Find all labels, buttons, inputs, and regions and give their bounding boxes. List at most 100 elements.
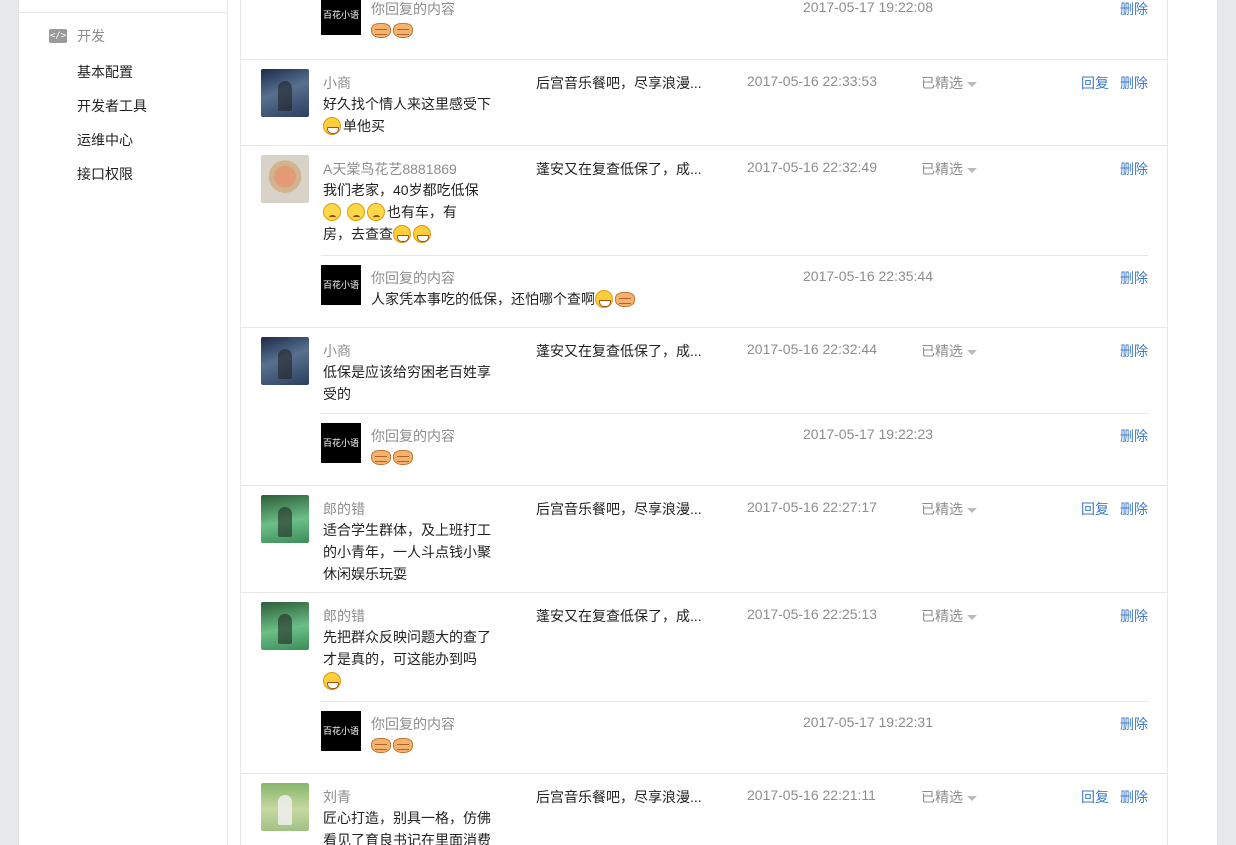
divider [321, 255, 1148, 256]
article-title: 蓬安又在复查低保了，成... [536, 161, 702, 177]
delete-reply-button[interactable]: 删除 [1120, 268, 1148, 288]
article-title: 后宫音乐餐吧，尽享浪漫... [536, 75, 702, 91]
handshake-emoji-icon [615, 292, 635, 307]
comment-list: 百花小语 你回复的内容 2017-05-17 19:22:08 删除 小商 好久… [240, 0, 1168, 845]
delete-button[interactable]: 删除 [1120, 341, 1148, 361]
comment-time: 2017-05-16 22:25:13 [747, 606, 877, 622]
featured-toggle[interactable]: 已精选 [921, 499, 977, 519]
reply-time: 2017-05-17 19:22:08 [803, 0, 933, 15]
caret-down-icon [967, 795, 977, 801]
pensive-emoji-icon [323, 203, 341, 221]
comment-row: 郎的错 先把群众反映问题大的查了 才是真的，可这能办到吗 蓬安又在复查低保了，成.… [241, 592, 1167, 774]
article-title: 蓬安又在复查低保了，成... [536, 608, 702, 624]
avatar [261, 602, 309, 650]
comment-row: A天棠鸟花艺8881869 我们老家，40岁都吃低保 也有车，有 房，去查查 蓬安… [241, 145, 1167, 328]
delete-button[interactable]: 删除 [1120, 73, 1148, 93]
caret-down-icon [967, 507, 977, 513]
caret-down-icon [967, 81, 977, 87]
featured-toggle[interactable]: 已精选 [921, 341, 977, 361]
divider [321, 701, 1148, 702]
comment-text: 匠心打造，别具一格，仿佛 看见了育良书记在里面消费 [323, 810, 491, 845]
reply-author: 你回复的内容 [371, 428, 455, 444]
delete-reply-button[interactable]: 删除 [1120, 426, 1148, 446]
reply-button[interactable]: 回复 [1081, 73, 1109, 93]
avatar [261, 69, 309, 117]
featured-toggle[interactable]: 已精选 [921, 606, 977, 626]
reply-text: 人家凭本事吃的低保，还怕哪个查啊 [371, 288, 637, 310]
sidebar-section-label: 开发 [77, 28, 105, 44]
reply-avatar: 百花小语 [321, 423, 361, 463]
sidebar: </> 开发 基本配置 开发者工具 运维中心 接口权限 [19, 0, 228, 845]
worried-emoji-icon [346, 203, 365, 221]
caret-down-icon [967, 614, 977, 620]
comment-row: 刘青 匠心打造，别具一格，仿佛 看见了育良书记在里面消费 后宫音乐餐吧，尽享浪漫.… [241, 773, 1167, 845]
article-title: 蓬安又在复查低保了，成... [536, 343, 702, 359]
grin-emoji-icon [595, 290, 613, 308]
divider [19, 12, 228, 13]
comment-text: 我们老家，40岁都吃低保 也有车，有 房，去查查 [323, 182, 479, 243]
featured-toggle[interactable]: 已精选 [921, 159, 977, 179]
comment-time: 2017-05-16 22:32:49 [747, 159, 877, 175]
reply-author: 你回复的内容 [371, 716, 455, 732]
grin-emoji-icon [323, 672, 341, 690]
handshake-emoji-icon [371, 23, 391, 38]
comment-text: 先把群众反映问题大的查了 才是真的，可这能办到吗 [323, 626, 503, 692]
handshake-emoji-icon [393, 23, 413, 38]
featured-toggle[interactable]: 已精选 [921, 787, 977, 807]
grin-emoji-icon [393, 225, 411, 243]
reply-text [371, 734, 415, 756]
comment-time: 2017-05-16 22:21:11 [747, 787, 876, 803]
comment-row: 小商 低保是应该给穷困老百姓享 受的 蓬安又在复查低保了，成... 2017-05… [241, 327, 1167, 486]
reply-author: 你回复的内容 [371, 270, 455, 286]
handshake-emoji-icon [371, 450, 391, 465]
comment-text: 低保是应该给穷困老百姓享 受的 [323, 364, 491, 402]
worried-emoji-icon [366, 203, 385, 221]
reply-text [371, 446, 415, 468]
grin-emoji-icon [323, 117, 341, 135]
comment-text: 好久找个情人来这里感受下 单他买 [323, 96, 491, 135]
reply-text [371, 19, 415, 41]
reply-avatar: 百花小语 [321, 711, 361, 751]
delete-button[interactable]: 删除 [1120, 787, 1148, 807]
commenter-name: 郎的错 [323, 501, 365, 517]
delete-reply-button[interactable]: 删除 [1120, 714, 1148, 734]
code-icon: </> [49, 29, 67, 43]
sidebar-item-basic-config[interactable]: 基本配置 [77, 62, 133, 82]
reply-avatar: 百花小语 [321, 0, 361, 35]
commenter-name: 刘青 [323, 789, 351, 805]
comment-row: 小商 好久找个情人来这里感受下 单他买 后宫音乐餐吧，尽享浪漫... 2017-0… [241, 59, 1167, 146]
sidebar-item-api-permissions[interactable]: 接口权限 [77, 164, 133, 184]
commenter-name: 小商 [323, 343, 351, 359]
article-title: 后宫音乐餐吧，尽享浪漫... [536, 501, 702, 517]
comment-text: 适合学生群体，及上班打工 的小青年，一人斗点钱小聚 休闲娱乐玩耍 [323, 522, 491, 582]
handshake-emoji-icon [393, 450, 413, 465]
article-title: 后宫音乐餐吧，尽享浪漫... [536, 789, 702, 805]
reply-time: 2017-05-17 19:22:31 [803, 714, 933, 730]
sidebar-item-dev-tools[interactable]: 开发者工具 [77, 96, 147, 116]
delete-button[interactable]: 删除 [1120, 499, 1148, 519]
sidebar-item-ops-center[interactable]: 运维中心 [77, 130, 133, 150]
divider [321, 413, 1148, 414]
avatar [261, 495, 309, 543]
comment-row: 郎的错 适合学生群体，及上班打工 的小青年，一人斗点钱小聚 休闲娱乐玩耍 后宫音乐餐… [241, 485, 1167, 593]
comment-time: 2017-05-16 22:32:44 [747, 341, 877, 357]
avatar [261, 337, 309, 385]
commenter-name: A天棠鸟花艺8881869 [323, 161, 457, 177]
grin-emoji-icon [413, 225, 431, 243]
reply-time: 2017-05-17 19:22:23 [803, 426, 933, 442]
delete-button[interactable]: 删除 [1120, 606, 1148, 626]
featured-toggle[interactable]: 已精选 [921, 73, 977, 93]
commenter-name: 郎的错 [323, 608, 365, 624]
delete-button[interactable]: 删除 [1120, 159, 1148, 179]
handshake-emoji-icon [393, 738, 413, 753]
comment-time: 2017-05-16 22:33:53 [747, 73, 877, 89]
commenter-name: 小商 [323, 75, 351, 91]
reply-button[interactable]: 回复 [1081, 499, 1109, 519]
reply-button[interactable]: 回复 [1081, 787, 1109, 807]
reply-avatar: 百花小语 [321, 265, 361, 305]
delete-reply-button[interactable]: 删除 [1120, 0, 1148, 19]
sidebar-section-develop: </> 开发 [49, 26, 105, 46]
avatar [261, 783, 309, 831]
avatar [261, 155, 309, 203]
caret-down-icon [967, 349, 977, 355]
